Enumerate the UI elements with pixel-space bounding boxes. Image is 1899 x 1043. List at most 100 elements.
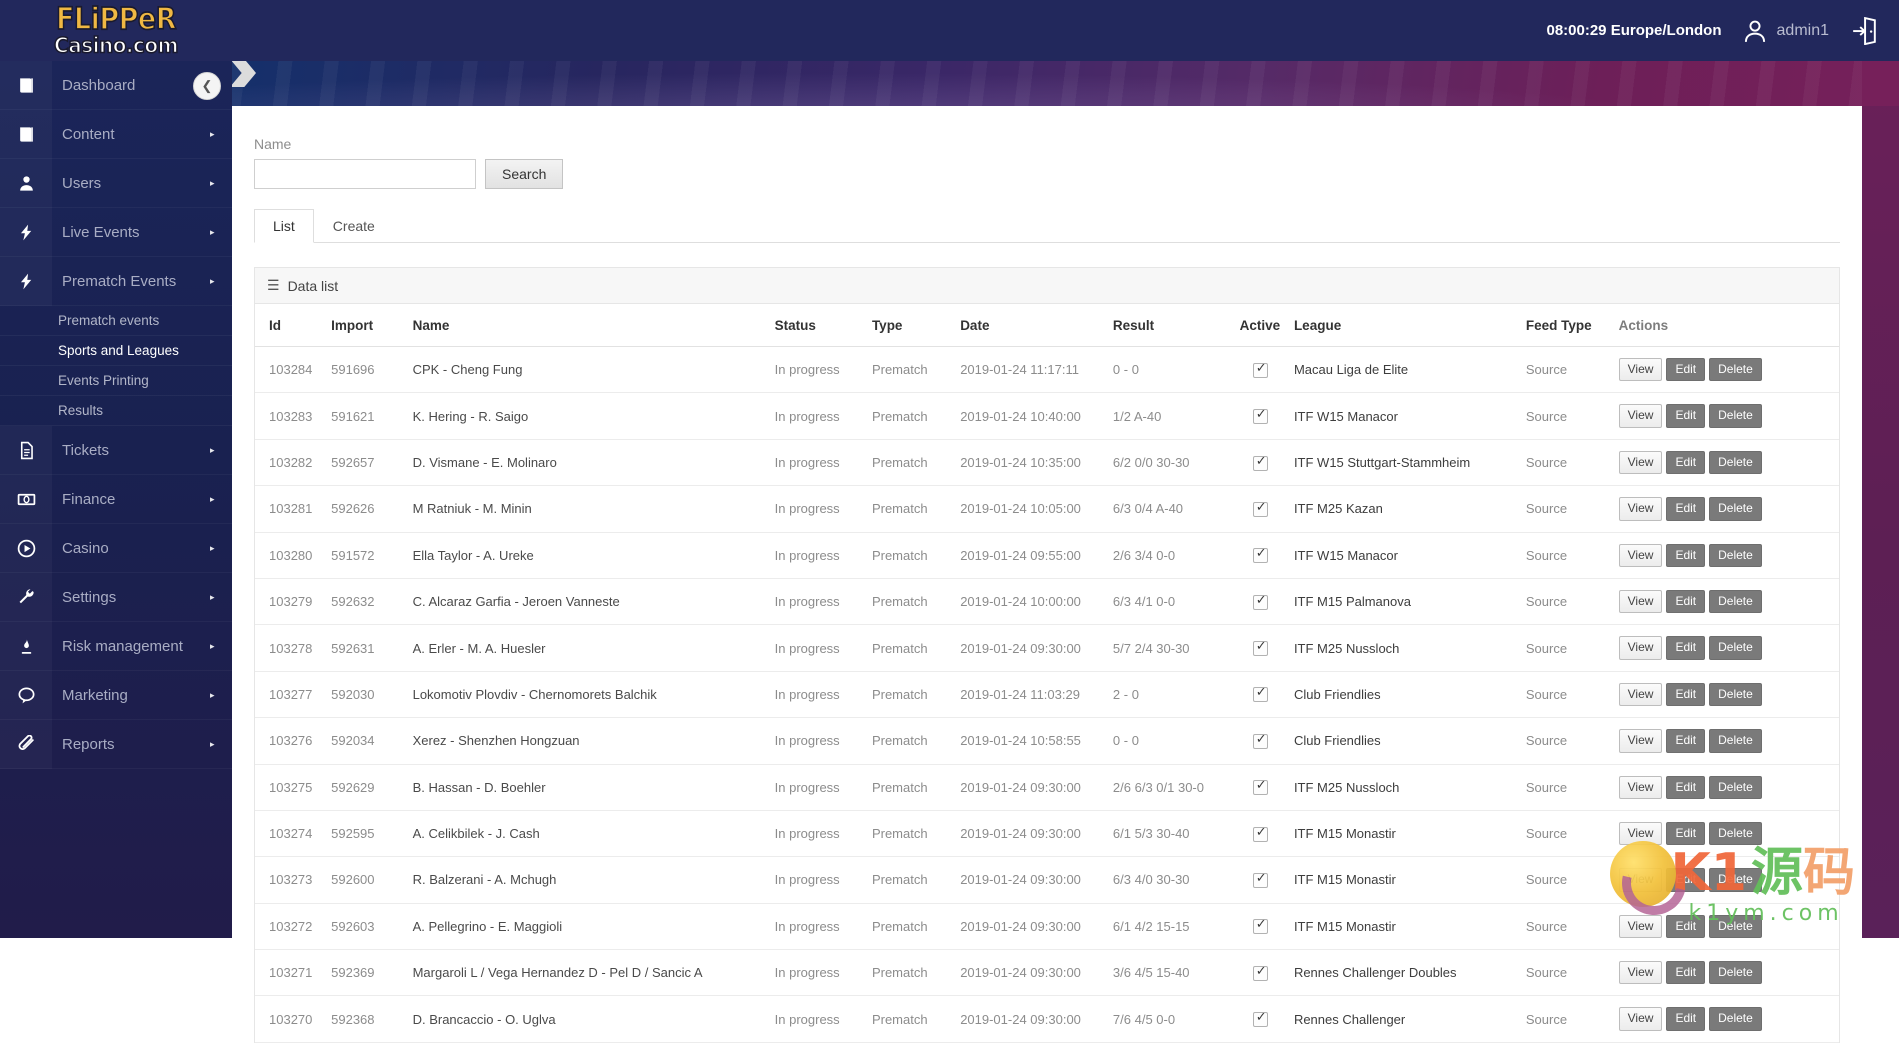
cell-actions: ViewEditDelete [1613, 718, 1839, 764]
column-header-name[interactable]: Name [407, 304, 769, 347]
edit-button[interactable]: Edit [1666, 776, 1705, 799]
edit-button[interactable]: Edit [1666, 683, 1705, 706]
sidebar-item-content[interactable]: Content ▸ [0, 110, 232, 159]
active-checkbox[interactable] [1253, 734, 1268, 749]
sidebar-collapse-button[interactable]: ❮ [193, 72, 221, 100]
active-checkbox[interactable] [1253, 919, 1268, 934]
edit-button[interactable]: Edit [1666, 544, 1705, 567]
active-checkbox[interactable] [1253, 409, 1268, 424]
active-checkbox[interactable] [1253, 641, 1268, 656]
cell-feed-type: Source [1520, 764, 1613, 810]
delete-button[interactable]: Delete [1709, 590, 1762, 613]
column-header-league[interactable]: League [1288, 304, 1520, 347]
column-header-active[interactable]: Active [1234, 304, 1288, 347]
edit-button[interactable]: Edit [1666, 729, 1705, 752]
column-header-status[interactable]: Status [769, 304, 866, 347]
active-checkbox[interactable] [1253, 687, 1268, 702]
search-button[interactable]: Search [485, 159, 563, 189]
edit-button[interactable]: Edit [1666, 497, 1705, 520]
view-button[interactable]: View [1619, 404, 1663, 427]
view-button[interactable]: View [1619, 961, 1663, 984]
delete-button[interactable]: Delete [1709, 497, 1762, 520]
edit-button[interactable]: Edit [1666, 868, 1705, 891]
cell-status: In progress [769, 486, 866, 532]
cell-id: 103279 [255, 578, 325, 624]
edit-button[interactable]: Edit [1666, 636, 1705, 659]
view-button[interactable]: View [1619, 451, 1663, 474]
sidebar-item-casino[interactable]: Casino ▸ [0, 524, 232, 573]
edit-button[interactable]: Edit [1666, 1007, 1705, 1030]
sidebar-subitem-events-printing[interactable]: Events Printing [0, 366, 232, 396]
brand-logo[interactable]: FLiPPeR Casino.com [0, 0, 232, 61]
sidebar-item-live-events[interactable]: Live Events ▸ [0, 208, 232, 257]
sidebar-subitem-prematch-events[interactable]: Prematch events [0, 306, 232, 336]
column-header-id[interactable]: Id [255, 304, 325, 347]
edit-button[interactable]: Edit [1666, 822, 1705, 845]
view-button[interactable]: View [1619, 915, 1663, 938]
cell-feed-type: Source [1520, 486, 1613, 532]
delete-button[interactable]: Delete [1709, 729, 1762, 752]
active-checkbox[interactable] [1253, 1012, 1268, 1027]
column-header-date[interactable]: Date [954, 304, 1107, 347]
sidebar-item-tickets[interactable]: Tickets ▸ [0, 426, 232, 475]
active-checkbox[interactable] [1253, 595, 1268, 610]
sidebar-item-reports[interactable]: Reports ▸ [0, 720, 232, 769]
delete-button[interactable]: Delete [1709, 636, 1762, 659]
view-button[interactable]: View [1619, 868, 1663, 891]
active-checkbox[interactable] [1253, 502, 1268, 517]
active-checkbox[interactable] [1253, 966, 1268, 981]
edit-button[interactable]: Edit [1666, 404, 1705, 427]
sidebar-item-marketing[interactable]: Marketing ▸ [0, 671, 232, 720]
active-checkbox[interactable] [1253, 873, 1268, 888]
delete-button[interactable]: Delete [1709, 683, 1762, 706]
sidebar-item-settings[interactable]: Settings ▸ [0, 573, 232, 622]
view-button[interactable]: View [1619, 729, 1663, 752]
active-checkbox[interactable] [1253, 780, 1268, 795]
delete-button[interactable]: Delete [1709, 451, 1762, 474]
view-button[interactable]: View [1619, 358, 1663, 381]
cell-date: 2019-01-24 10:05:00 [954, 486, 1107, 532]
column-header-result[interactable]: Result [1107, 304, 1234, 347]
delete-button[interactable]: Delete [1709, 961, 1762, 984]
view-button[interactable]: View [1619, 590, 1663, 613]
sidebar-item-risk-management[interactable]: Risk management ▸ [0, 622, 232, 671]
view-button[interactable]: View [1619, 497, 1663, 520]
delete-button[interactable]: Delete [1709, 915, 1762, 938]
sidebar-subitem-results[interactable]: Results [0, 396, 232, 426]
delete-button[interactable]: Delete [1709, 776, 1762, 799]
active-checkbox[interactable] [1253, 363, 1268, 378]
view-button[interactable]: View [1619, 636, 1663, 659]
view-button[interactable]: View [1619, 776, 1663, 799]
sidebar-item-finance[interactable]: Finance ▸ [0, 475, 232, 524]
delete-button[interactable]: Delete [1709, 1007, 1762, 1030]
view-button[interactable]: View [1619, 1007, 1663, 1030]
sidebar-subitem-sports-and-leagues[interactable]: Sports and Leagues [0, 336, 232, 366]
edit-button[interactable]: Edit [1666, 590, 1705, 613]
delete-button[interactable]: Delete [1709, 404, 1762, 427]
logout-door-icon[interactable] [1851, 17, 1877, 45]
cell-name: A. Pellegrino - E. Maggioli [407, 903, 769, 949]
tab-list[interactable]: List [254, 209, 314, 243]
column-header-type[interactable]: Type [866, 304, 954, 347]
active-checkbox[interactable] [1253, 827, 1268, 842]
active-checkbox[interactable] [1253, 456, 1268, 471]
edit-button[interactable]: Edit [1666, 961, 1705, 984]
edit-button[interactable]: Edit [1666, 451, 1705, 474]
delete-button[interactable]: Delete [1709, 822, 1762, 845]
active-checkbox[interactable] [1253, 548, 1268, 563]
column-header-import[interactable]: Import [325, 304, 406, 347]
edit-button[interactable]: Edit [1666, 915, 1705, 938]
view-button[interactable]: View [1619, 822, 1663, 845]
column-header-feed-type[interactable]: Feed Type [1520, 304, 1613, 347]
view-button[interactable]: View [1619, 683, 1663, 706]
delete-button[interactable]: Delete [1709, 868, 1762, 891]
tab-create[interactable]: Create [314, 209, 394, 243]
user-menu[interactable]: admin1 [1742, 18, 1829, 44]
sidebar-item-users[interactable]: Users ▸ [0, 159, 232, 208]
edit-button[interactable]: Edit [1666, 358, 1705, 381]
delete-button[interactable]: Delete [1709, 544, 1762, 567]
view-button[interactable]: View [1619, 544, 1663, 567]
sidebar-item-prematch-events[interactable]: Prematch Events ▸ [0, 257, 232, 306]
delete-button[interactable]: Delete [1709, 358, 1762, 381]
search-input[interactable] [254, 159, 476, 189]
